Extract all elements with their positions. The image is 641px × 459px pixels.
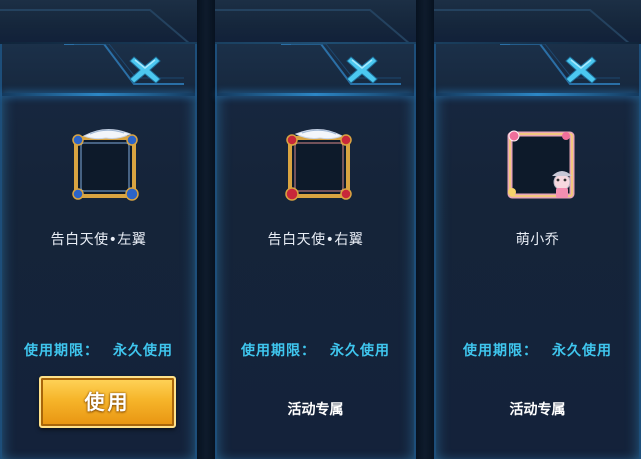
frame-name: 萌小乔	[515, 232, 560, 248]
usage-limit-value: 永久使用	[330, 343, 390, 359]
angel-right-wing-frame-icon	[280, 124, 360, 204]
usage-limit-label: 使用期限：	[241, 343, 316, 359]
frame-name: 告白天使•右翼	[267, 232, 364, 248]
event-exclusive-label: 活动专属	[287, 402, 344, 418]
header-notch-decoration	[64, 44, 184, 85]
frame-name: 告白天使•左翼	[50, 232, 147, 248]
top-bar	[0, 0, 641, 44]
usage-limit: 使用期限： 永久使用	[2, 340, 195, 360]
usage-limit: 使用期限： 永久使用	[436, 340, 639, 360]
event-exclusive-label: 活动专属	[509, 402, 566, 418]
usage-limit: 使用期限： 永久使用	[217, 340, 414, 360]
frame-card-3: 萌小乔 使用期限： 永久使用 活动专属	[434, 44, 641, 459]
card-gap	[416, 0, 434, 459]
card-header	[217, 44, 414, 96]
use-button[interactable]: 使用	[39, 376, 176, 428]
frame-card-2: 告白天使•右翼 使用期限： 永久使用 活动专属	[215, 44, 416, 459]
usage-limit-label: 使用期限：	[24, 343, 99, 359]
usage-limit-value: 永久使用	[113, 343, 173, 359]
header-notch-decoration	[500, 44, 620, 85]
usage-limit-value: 永久使用	[552, 343, 612, 359]
header-notch-decoration	[281, 44, 401, 85]
close-icon[interactable]	[127, 52, 163, 88]
frame-card-1: 告白天使•左翼 使用期限： 永久使用 使用	[0, 44, 197, 459]
card-header	[436, 44, 639, 96]
close-icon[interactable]	[563, 52, 599, 88]
close-icon[interactable]	[344, 52, 380, 88]
top-bar-decoration	[0, 9, 631, 44]
card-header	[2, 44, 195, 96]
usage-limit-label: 使用期限：	[463, 343, 538, 359]
angel-left-wing-frame-icon	[66, 124, 146, 204]
card-gap	[197, 0, 215, 459]
cute-xiao-qiao-frame-icon	[502, 124, 582, 204]
